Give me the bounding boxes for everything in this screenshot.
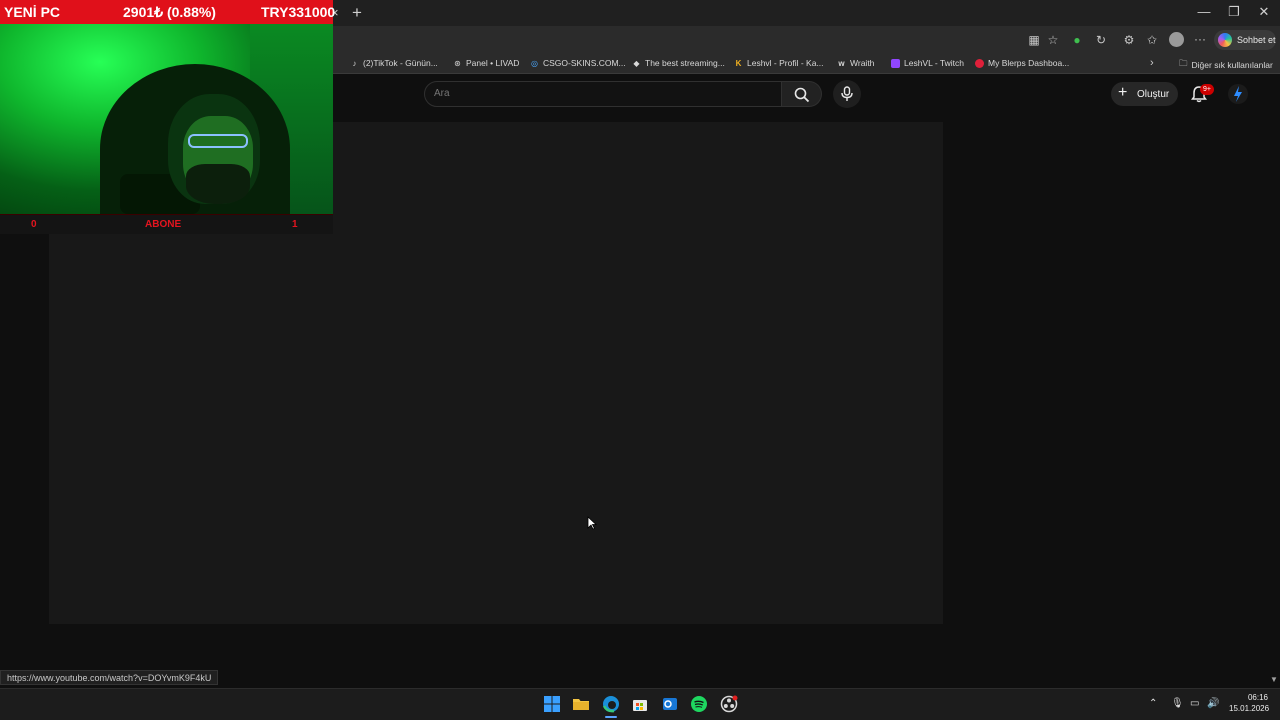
tiktok-icon: ♪ xyxy=(352,58,357,68)
diamond-icon: ◆ xyxy=(633,58,640,68)
bookmark-twitch[interactable]: LeshVL - Twitch xyxy=(891,58,964,68)
avatar-logo-icon xyxy=(1234,86,1242,102)
notification-badge: 9+ xyxy=(1200,84,1214,95)
bookmark-blerps[interactable]: My Blerps Dashboa... xyxy=(975,58,1069,68)
blerp-icon xyxy=(975,58,984,68)
close-window-button[interactable]: ✕ xyxy=(1249,4,1279,20)
folder-icon: 🗀 xyxy=(1179,58,1188,68)
goal-target: TRY331000 xyxy=(261,4,336,20)
microphone-icon xyxy=(841,86,853,101)
globe-icon: ◎ xyxy=(531,58,538,68)
other-bookmarks-folder[interactable]: 🗀 Diğer sık kullanılanlar xyxy=(1179,58,1273,72)
windows-start-icon[interactable] xyxy=(543,695,561,713)
tray-microphone-icon[interactable]: 🎙 xyxy=(1171,698,1184,709)
bookmarks-overflow-chevron-icon[interactable]: › xyxy=(1150,57,1154,69)
edge-browser-icon[interactable] xyxy=(602,695,620,713)
tray-volume-icon[interactable]: 🔊 xyxy=(1207,698,1219,709)
bookmark-livad[interactable]: ⊛ Panel • LIVAD xyxy=(453,58,519,68)
counter-current: 0 xyxy=(31,219,37,230)
w-icon: w xyxy=(838,58,845,68)
favorites-icon[interactable]: ✩ xyxy=(1145,33,1159,47)
tray-overflow-chevron-icon[interactable]: ⌃ xyxy=(1149,698,1157,709)
new-tab-button[interactable]: + xyxy=(352,3,362,23)
obs-studio-icon[interactable] xyxy=(720,695,738,713)
goal-progress: 2901₺ (0.88%) xyxy=(123,4,216,20)
status-bar-url: https://www.youtube.com/watch?v=DOYvmK9F… xyxy=(0,670,219,685)
counter-label: ABONE xyxy=(145,219,182,230)
copilot-icon xyxy=(1218,33,1232,47)
bookmark-kick[interactable]: K Leshvl - Profil - Ka... xyxy=(734,58,824,68)
bookmark-tiktok[interactable]: ♪ (2)TikTok - Günün... xyxy=(350,58,438,68)
livad-icon: ⊛ xyxy=(454,58,461,68)
bookmark-label: CSGO-SKINS.COM... xyxy=(543,58,626,68)
search-input[interactable] xyxy=(434,88,764,99)
settings-extension-icon[interactable]: ⚙ xyxy=(1122,33,1136,47)
spotify-icon[interactable] xyxy=(690,695,708,713)
account-avatar[interactable] xyxy=(1228,84,1248,104)
minimize-button[interactable]: — xyxy=(1189,4,1219,19)
bookmark-label: My Blerps Dashboa... xyxy=(988,58,1070,68)
restore-button[interactable]: ❐ xyxy=(1219,4,1249,20)
bookmark-label: The best streaming... xyxy=(645,58,725,68)
search-icon xyxy=(794,87,810,103)
refresh-extension-icon[interactable]: ↻ xyxy=(1094,33,1108,47)
file-explorer-icon[interactable] xyxy=(572,695,590,713)
bookmark-label: Leshvl - Profil - Ka... xyxy=(747,58,824,68)
goal-title: YENİ PC xyxy=(4,4,61,20)
apps-grid-icon[interactable]: ▦ xyxy=(1027,33,1041,47)
extension-shield-icon[interactable]: ● xyxy=(1070,33,1084,47)
favorite-star-icon[interactable]: ☆ xyxy=(1046,33,1060,47)
outlook-icon[interactable] xyxy=(661,695,679,713)
bookmark-label: Wraith xyxy=(850,58,875,68)
other-bookmarks-label: Diğer sık kullanılanlar xyxy=(1191,60,1273,70)
webcam-feed xyxy=(0,24,333,214)
bookmark-label: LeshVL - Twitch xyxy=(904,58,965,68)
active-app-indicator xyxy=(605,716,617,718)
twitch-icon xyxy=(891,58,900,68)
bookmark-label: (2)TikTok - Günün... xyxy=(363,58,438,68)
copilot-label: Sohbet et xyxy=(1237,35,1276,45)
bookmark-label: Panel • LIVAD xyxy=(466,58,520,68)
search-button[interactable] xyxy=(782,81,822,107)
scroll-down-arrow-icon[interactable]: ▼ xyxy=(1270,675,1278,684)
tray-network-icon[interactable]: ▭ xyxy=(1190,698,1199,709)
profile-avatar[interactable] xyxy=(1169,32,1184,47)
kick-icon: K xyxy=(735,58,742,68)
counter-target: 1 xyxy=(292,219,298,230)
plus-icon: + xyxy=(1118,84,1128,101)
voice-search-button[interactable] xyxy=(833,80,861,108)
more-menu-icon[interactable]: ··· xyxy=(1193,32,1207,46)
microsoft-store-icon[interactable] xyxy=(631,695,649,713)
clock-time[interactable]: 06:16 xyxy=(1246,693,1268,702)
bookmark-wraith[interactable]: w Wraith xyxy=(837,58,874,68)
bookmark-csgo-skins[interactable]: ◎ CSGO-SKINS.COM... xyxy=(530,58,626,68)
create-label: Oluştur xyxy=(1137,89,1170,100)
mouse-cursor-icon xyxy=(587,516,597,530)
bookmark-streaming[interactable]: ◆ The best streaming... xyxy=(632,58,725,68)
clock-date[interactable]: 15.01.2026 xyxy=(1229,704,1269,713)
